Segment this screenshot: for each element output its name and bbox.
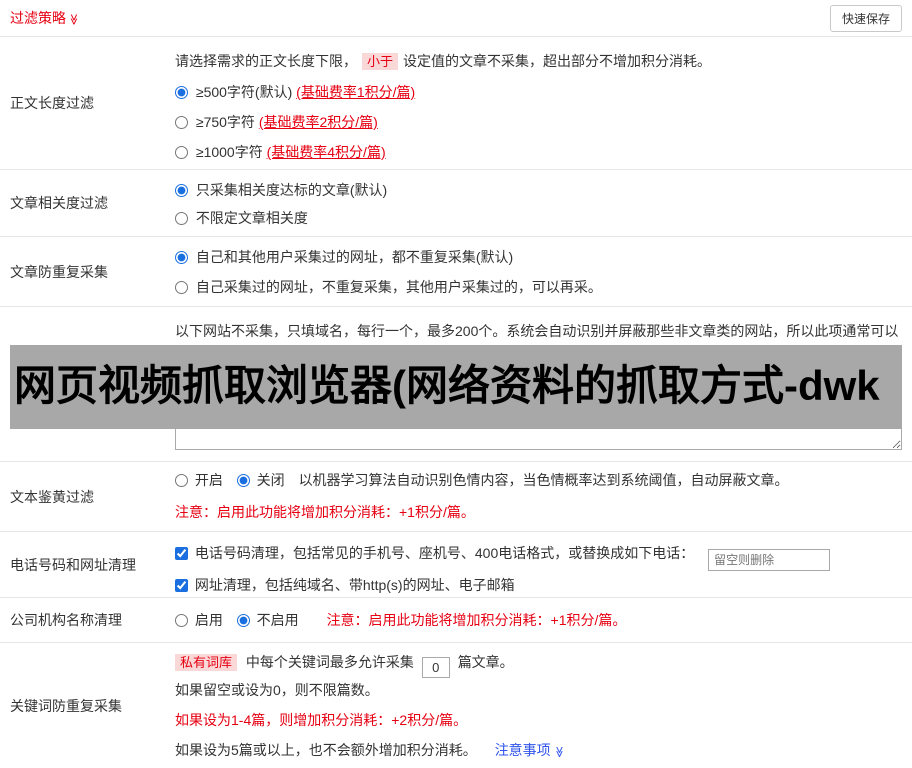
page-title[interactable]: 过滤策略≫ [10,8,80,28]
company-clean-note: 注意：启用此功能将增加积分消耗：+1积分/篇。 [326,612,627,628]
page-header: 过滤策略≫ 快速保存 [0,0,912,37]
dedup-option-all-users-text: 自己和其他用户采集过的网址，都不重复采集(默认) [195,249,514,265]
dedup-filter-label: 文章防重复采集 [10,263,108,280]
url-clean-option[interactable]: 网址清理，包括纯域名、带http(s)的网址、电子邮箱 [175,577,515,593]
row-company-clean: 公司机构名称清理 启用 不启用 注意：启用此功能将增加积分消耗：+1积分/篇。 [0,598,912,643]
porn-option-on-radio[interactable] [175,474,188,487]
row-porn-filter: 文本鉴黄过滤 开启 关闭 以机器学习算法自动识别色情内容，当色情概率达到系统阈值… [0,462,912,532]
notice-link-text: 注意事项 [494,742,551,758]
relevance-filter-content: 只采集相关度达标的文章(默认) 不限定文章相关度 [175,170,912,236]
phone-clean-option[interactable]: 电话号码清理，包括常见的手机号、座机号、400电话格式，或替换成如下电话： [175,545,698,561]
quick-save-button[interactable]: 快速保存 [829,4,902,32]
keyword-limit-input[interactable] [421,657,450,678]
keyword-limit-mid-text: 中每个关键词最多允许采集 [245,654,414,670]
company-option-enable-radio[interactable] [175,614,188,627]
company-clean-options: 启用 不启用 注意：启用此功能将增加积分消耗：+1积分/篇。 [175,610,902,630]
porn-filter-content: 开启 关闭 以机器学习算法自动识别色情内容，当色情概率达到系统阈值，自动屏蔽文章… [175,462,912,531]
watermark-banner: 网页视频抓取浏览器(网络资料的抓取方式-dwk [10,345,902,429]
dedup-option-self-only-radio[interactable] [175,281,188,294]
row-keyword-dedup: 关键词防重复采集 私有词库 中每个关键词最多允许采集 篇文章。 如果留空或设为0… [0,643,912,768]
phone-clean-line: 电话号码清理，包括常见的手机号、座机号、400电话格式，或替换成如下电话： [175,540,902,571]
keyword-dedup-label: 关键词防重复采集 [10,697,122,714]
length-filter-content: 请选择需求的正文长度下限， 小于 设定值的文章不采集，超出部分不增加积分消耗。 ≥5… [175,37,912,169]
company-option-enable-text: 启用 [194,612,223,628]
notice-chevron-down-icon: ≫ [552,746,565,758]
length-option-500-note: (基础费率1积分/篇) [296,84,416,100]
url-clean-text: 网址清理，包括纯域名、带http(s)的网址、电子邮箱 [194,577,515,593]
company-option-disable[interactable]: 不启用 [236,612,303,628]
porn-option-off-radio[interactable] [236,474,250,487]
company-clean-label: 公司机构名称清理 [10,612,122,628]
row-phone-url-clean: 电话号码和网址清理 电话号码清理，包括常见的手机号、座机号、400电话格式，或替… [0,532,912,598]
row-dedup-filter: 文章防重复采集 自己和其他用户采集过的网址，都不重复采集(默认) 自己采集过的网… [0,237,912,307]
dedup-filter-content: 自己和其他用户采集过的网址，都不重复采集(默认) 自己采集过的网址，不重复采集，… [175,237,912,306]
porn-filter-note: 注意：启用此功能将增加积分消耗：+1积分/篇。 [175,504,475,520]
url-clean-checkbox[interactable] [175,579,188,592]
chevron-down-icon: ≫ [67,13,80,26]
relevance-filter-label: 文章相关度过滤 [10,195,108,211]
dedup-option-all-users[interactable]: 自己和其他用户采集过的网址，都不重复采集(默认) [175,247,902,267]
porn-option-on-text: 开启 [194,472,223,488]
length-filter-intro: 请选择需求的正文长度下限， 小于 设定值的文章不采集，超出部分不增加积分消耗。 [175,51,902,72]
phone-url-clean-content: 电话号码清理，包括常见的手机号、座机号、400电话格式，或替换成如下电话： 网址… [175,532,912,597]
relevance-option-any[interactable]: 不限定文章相关度 [175,208,902,228]
relevance-option-any-text: 不限定文章相关度 [195,210,308,226]
url-clean-line: 网址清理，包括纯域名、带http(s)的网址、电子邮箱 [175,572,902,598]
length-option-500-text: ≥500字符(默认) [195,84,293,100]
length-option-750-radio[interactable] [175,116,188,129]
porn-option-on[interactable]: 开启 [175,472,227,488]
length-option-750-text: ≥750字符 [195,114,255,130]
dedup-option-self-only[interactable]: 自己采集过的网址，不重复采集，其他用户采集过的，可以再采。 [175,277,902,297]
intro-post-text: 设定值的文章不采集，超出部分不增加积分消耗。 [403,53,712,69]
length-option-750[interactable]: ≥750字符 (基础费率2积分/篇) [175,112,902,132]
row-length-filter: 正文长度过滤 请选择需求的正文长度下限， 小于 设定值的文章不采集，超出部分不增加积… [0,37,912,170]
porn-option-off-text: 关闭 [256,472,285,488]
porn-option-off[interactable]: 关闭 [236,472,289,488]
keyword-limit-line: 私有词库 中每个关键词最多允许采集 篇文章。 [175,650,902,678]
page-title-text: 过滤策略 [10,10,66,26]
porn-filter-options: 开启 关闭 以机器学习算法自动识别色情内容，当色情概率达到系统阈值，自动屏蔽文章… [175,470,902,490]
company-option-disable-radio[interactable] [236,614,250,627]
length-option-1000-note: (基础费率4积分/篇) [266,144,386,160]
company-option-disable-text: 不启用 [256,612,299,628]
length-filter-label: 正文长度过滤 [10,95,94,111]
relevance-option-strict-radio[interactable] [175,184,188,197]
keyword-note-zero: 如果留空或设为0，则不限篇数。 [175,682,379,698]
intro-highlight-badge: 小于 [362,53,399,70]
porn-filter-label: 文本鉴黄过滤 [10,488,94,505]
filter-strategy-page: 过滤策略≫ 快速保存 正文长度过滤 请选择需求的正文长度下限， 小于 设定值的文章不… [0,0,912,768]
length-option-500-radio[interactable] [175,86,188,99]
dedup-option-self-only-text: 自己采集过的网址，不重复采集，其他用户采集过的，可以再采。 [195,279,602,295]
length-option-1000-radio[interactable] [175,146,188,159]
length-option-1000[interactable]: ≥1000字符 (基础费率4积分/篇) [175,142,902,162]
length-option-1000-text: ≥1000字符 [195,144,263,160]
keyword-note-1-4: 如果设为1-4篇，则增加积分消耗：+2积分/篇。 [175,712,468,728]
row-relevance-filter: 文章相关度过滤 只采集相关度达标的文章(默认) 不限定文章相关度 [0,170,912,237]
length-option-500[interactable]: ≥500字符(默认) (基础费率1积分/篇) [175,82,902,102]
private-lexicon-badge: 私有词库 [175,654,238,671]
phone-url-clean-label: 电话号码和网址清理 [10,556,136,573]
keyword-dedup-content: 私有词库 中每个关键词最多允许采集 篇文章。 如果留空或设为0，则不限篇数。 如… [175,643,912,768]
company-option-enable[interactable]: 启用 [175,612,227,628]
phone-clean-checkbox[interactable] [175,547,188,560]
keyword-note-5plus: 如果设为5篇或以上，也不会额外增加积分消耗。 注意事项 ≫ [175,740,902,762]
length-option-750-note: (基础费率2积分/篇) [258,114,378,130]
notice-link[interactable]: 注意事项 ≫ [495,742,565,758]
intro-pre-text: 请选择需求的正文长度下限， [175,53,357,69]
relevance-option-strict-text: 只采集相关度达标的文章(默认) [195,182,388,198]
relevance-option-strict[interactable]: 只采集相关度达标的文章(默认) [175,180,902,200]
dedup-option-all-users-radio[interactable] [175,251,188,264]
phone-clean-text: 电话号码清理，包括常见的手机号、座机号、400电话格式，或替换成如下电话： [194,545,695,561]
keyword-note-5plus-text: 如果设为5篇或以上，也不会额外增加积分消耗。 [175,742,477,758]
porn-filter-description: 以机器学习算法自动识别色情内容，当色情概率达到系统阈值，自动屏蔽文章。 [298,472,789,488]
company-clean-content: 启用 不启用 注意：启用此功能将增加积分消耗：+1积分/篇。 [175,598,912,642]
relevance-option-any-radio[interactable] [175,212,188,225]
keyword-limit-end-text: 篇文章。 [457,654,514,670]
phone-replacement-input[interactable] [708,549,831,571]
